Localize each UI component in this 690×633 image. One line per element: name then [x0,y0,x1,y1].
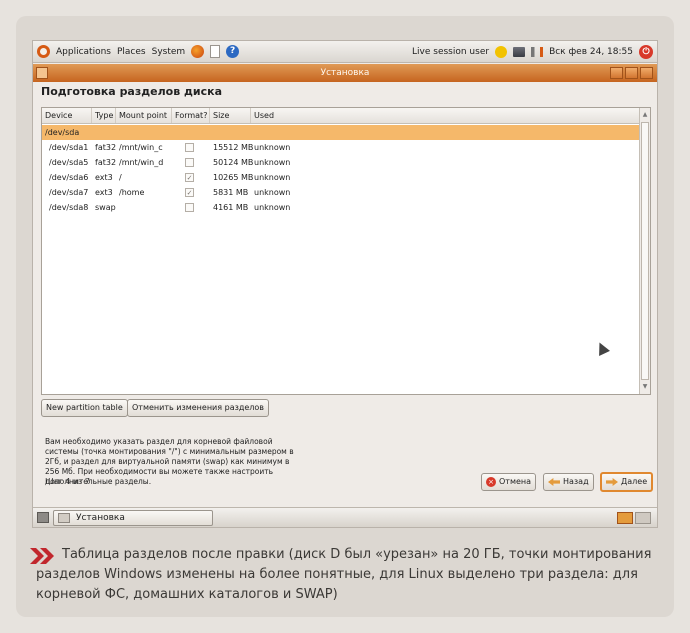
back-button[interactable]: Назад [543,473,594,491]
column-header-type[interactable]: Type [92,108,116,123]
cell-type: ext3 [95,173,113,182]
screenshot-frame: Applications Places System ? Live sessio… [32,40,658,528]
format-checkbox-checked[interactable]: ✓ [185,188,194,197]
power-icon[interactable]: ⏻ [639,45,653,59]
cell-mount [116,200,119,215]
menu-system[interactable]: System [152,47,186,57]
workspace-1[interactable] [617,512,633,524]
cell-used: unknown [254,173,291,182]
column-header-mount-point[interactable]: Mount point [116,108,172,123]
new-partition-table-button[interactable]: New partition table [41,399,128,417]
undo-partition-changes-button[interactable]: Отменить изменения разделов [127,399,270,417]
cell-size: 50124 MB [213,158,254,167]
clock[interactable]: Вск фев 24, 18:55 [549,47,633,57]
cancel-label: Отмена [499,477,532,486]
ubuntu-logo-icon[interactable] [37,45,50,58]
new-partition-table-label: New partition table [46,403,123,412]
table-row[interactable]: /dev/sda1 fat32 /mnt/win_c 15512 MB unkn… [42,140,640,155]
document-icon[interactable] [210,45,221,58]
table-row[interactable]: /dev/sda8 swap 4161 MB unknown [42,200,640,215]
cell-device: /dev/sda5 [49,158,89,167]
installer-icon [58,513,70,523]
figure-caption: Таблица разделов после правки (диск D бы… [30,545,656,605]
format-checkbox[interactable] [185,203,194,212]
scroll-up-icon[interactable]: ▲ [641,109,649,121]
taskbar-item-label: Установка [76,513,125,523]
cell-used: unknown [254,143,291,152]
format-checkbox-checked[interactable]: ✓ [185,173,194,182]
chevron-right-icon [30,548,54,564]
cell-mount: / [119,173,122,182]
cell-used: unknown [254,203,291,212]
column-header-device[interactable]: Device [42,108,92,123]
cell-type: swap [95,203,116,212]
table-row[interactable]: /dev/sda5 fat32 /mnt/win_d 50124 MB unkn… [42,155,640,170]
table-row[interactable]: /dev/sda6 ext3 / ✓ 10265 MB unknown [42,170,640,185]
scrollbar-thumb[interactable] [641,122,649,380]
disk-device: /dev/sda [45,128,80,137]
scroll-down-icon[interactable]: ▼ [641,381,649,393]
step-indicator: Шаг 4 из 7 [45,477,90,486]
table-row-disk[interactable]: /dev/sda [42,125,640,140]
window-menu-icon[interactable] [36,67,48,79]
cell-device: /dev/sda1 [49,143,89,152]
window-titlebar[interactable]: Установка [33,64,657,82]
cell-type: fat32 [95,143,117,152]
menu-applications[interactable]: Applications [56,47,111,57]
cell-device: /dev/sda7 [49,188,89,197]
bottom-taskbar: Установка [33,507,657,527]
column-header-used[interactable]: Used [251,108,640,123]
cancel-button[interactable]: × Отмена [481,473,537,491]
table-header: Device Type Mount point Format? Size Use… [42,108,640,124]
show-desktop-icon[interactable] [37,512,49,523]
arrow-right-icon [606,478,618,486]
update-notifier-icon[interactable] [495,46,508,58]
session-user[interactable]: Live session user [412,47,489,57]
arrow-left-icon [548,478,560,486]
menu-places[interactable]: Places [117,47,146,57]
cell-size: 10265 MB [213,173,254,182]
cell-mount: /home [119,188,145,197]
volume-icon[interactable] [531,47,544,57]
cell-size: 5831 MB [213,188,249,197]
cancel-icon: × [486,477,496,487]
window-title: Установка [320,68,370,78]
taskbar-item-installer[interactable]: Установка [53,510,213,526]
table-scrollbar[interactable]: ▲ ▼ [639,108,650,394]
maximize-button[interactable] [625,67,638,79]
cell-device: /dev/sda8 [49,203,89,212]
minimize-button[interactable] [610,67,623,79]
page-title: Подготовка разделов диска [41,85,223,98]
cell-mount: /mnt/win_d [119,158,164,167]
partition-table: Device Type Mount point Format? Size Use… [41,107,651,395]
cell-used: unknown [254,188,291,197]
format-checkbox[interactable] [185,158,194,167]
column-header-format[interactable]: Format? [172,108,210,123]
cell-size: 15512 MB [213,143,254,152]
cell-device: /dev/sda6 [49,173,89,182]
column-header-size[interactable]: Size [210,108,251,123]
caption-text: Таблица разделов после правки (диск D бы… [36,547,652,602]
close-button[interactable] [640,67,653,79]
format-checkbox[interactable] [185,143,194,152]
firefox-icon[interactable] [191,45,205,58]
forward-label: Далее [621,477,648,486]
forward-button[interactable]: Далее [600,472,654,492]
cell-size: 4161 MB [213,203,249,212]
cell-mount: /mnt/win_c [119,143,163,152]
undo-partition-changes-label: Отменить изменения разделов [132,403,265,412]
table-row[interactable]: /dev/sda7 ext3 /home ✓ 5831 MB unknown [42,185,640,200]
cell-type: ext3 [95,188,113,197]
top-panel: Applications Places System ? Live sessio… [33,41,657,63]
network-icon[interactable] [513,47,526,57]
cell-type: fat32 [95,158,117,167]
help-icon[interactable]: ? [226,45,240,58]
back-label: Назад [563,477,589,486]
cell-used: unknown [254,158,291,167]
workspace-2[interactable] [635,512,651,524]
